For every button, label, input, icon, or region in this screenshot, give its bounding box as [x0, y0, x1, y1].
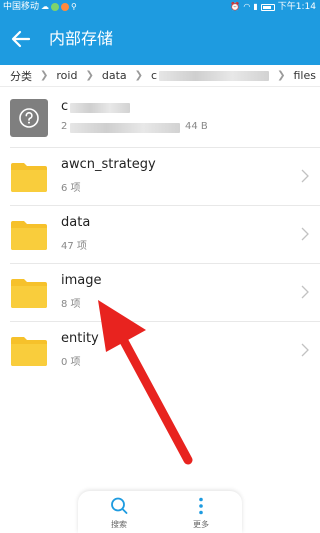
breadcrumb-item-redacted[interactable]: c: [148, 69, 272, 82]
chevron-right-icon: [301, 169, 309, 183]
file-size: 44 B: [185, 121, 208, 132]
wifi-icon: ◠: [243, 2, 251, 11]
chevron-right-icon: ❯: [277, 70, 286, 81]
page-title: 内部存储: [49, 29, 114, 48]
app-notification-icon: [51, 3, 60, 11]
folder-icon: [11, 279, 47, 308]
breadcrumb-item-redacted-label: c: [151, 69, 158, 82]
carrier-label: 中国移动: [3, 2, 40, 12]
app-notification-icon-2: [61, 3, 70, 11]
screen: 中国移动 ☁ ⚲ ⏰ ◠ ▮ 下午1:14 内部存储 分类 ❯ roid ❯ d…: [0, 0, 320, 533]
signal-icon: ▮: [253, 2, 258, 11]
search-icon: [111, 497, 128, 514]
folder-item-count: 0 项: [61, 357, 81, 368]
unknown-file-icon: [10, 99, 48, 137]
more-button[interactable]: 更多: [160, 491, 242, 533]
folder-item-count: 47 项: [61, 241, 87, 252]
breadcrumb-item-files[interactable]: files: [290, 69, 318, 82]
chevron-right-icon: [301, 343, 309, 357]
folder-icon: [11, 163, 47, 192]
file-meta: 2: [61, 121, 68, 132]
status-bar: 中国移动 ☁ ⚲ ⏰ ◠ ▮ 下午1:14: [0, 0, 320, 14]
folder-name: awcn_strategy: [61, 157, 156, 172]
chevron-right-icon: ❯: [85, 70, 94, 81]
list-item-folder-entity[interactable]: entity 0 项: [10, 322, 320, 380]
folder-icon: [11, 221, 47, 250]
list-item-folder-awcn-strategy[interactable]: awcn_strategy 6 项: [10, 148, 320, 206]
list-item-folder-data[interactable]: data 47 项: [10, 206, 320, 264]
folder-icon: [11, 337, 47, 366]
chevron-right-icon: ❯: [40, 70, 49, 81]
chevron-right-icon: [301, 227, 309, 241]
chevron-right-icon: [301, 285, 309, 299]
clock: 下午1:14: [277, 2, 316, 12]
breadcrumb-item-data[interactable]: data: [99, 69, 130, 82]
search-button[interactable]: 搜索: [78, 491, 160, 533]
breadcrumb-item-roid[interactable]: roid: [53, 69, 80, 82]
folder-name: data: [61, 215, 91, 230]
sync-icon: ☁: [41, 2, 50, 11]
unknown-file-icon-box: [10, 99, 48, 137]
alarm-icon: ⏰: [230, 2, 241, 11]
arrow-left-icon[interactable]: [8, 26, 34, 52]
folder-name: entity: [61, 331, 99, 346]
more-vertical-icon: [199, 497, 203, 515]
search-label: 搜索: [111, 520, 127, 529]
breadcrumb-item-category[interactable]: 分类: [0, 68, 35, 84]
usb-icon: ⚲: [71, 2, 77, 11]
folder-item-count: 8 项: [61, 299, 81, 310]
file-name: c: [61, 99, 69, 114]
more-label: 更多: [193, 520, 209, 529]
bottom-action-bar: 搜索 更多: [78, 491, 242, 533]
app-bar: 内部存储: [0, 14, 320, 65]
file-list: c 2 44 B awcn_strategy 6 项 data 47 项 ima…: [0, 90, 320, 380]
list-item-file[interactable]: c 2 44 B: [10, 90, 320, 148]
chevron-right-icon: ❯: [134, 70, 144, 81]
redacted-blur: [70, 103, 130, 113]
redacted-blur: [159, 71, 270, 81]
redacted-blur: [70, 123, 180, 133]
folder-item-count: 6 项: [61, 183, 81, 194]
folder-name: image: [61, 273, 102, 288]
battery-icon: [260, 3, 275, 11]
status-left: 中国移动 ☁ ⚲: [3, 0, 77, 14]
status-right: ⏰ ◠ ▮ 下午1:14: [230, 0, 316, 14]
breadcrumb: 分类 ❯ roid ❯ data ❯ c ❯ files: [0, 65, 320, 87]
list-item-folder-image[interactable]: image 8 项: [10, 264, 320, 322]
